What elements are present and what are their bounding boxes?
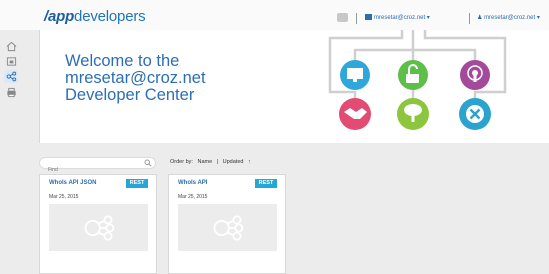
welcome-title: Welcome to the mresetar@croz.net Develop…: [65, 53, 275, 104]
close-icon: [459, 98, 491, 130]
printer-icon[interactable]: [4, 86, 18, 99]
rest-badge: REST: [255, 179, 277, 188]
unlock-icon: [398, 60, 428, 90]
top-bar: /appdevelopers mresetar@croz.net ▾ ♟ mre…: [0, 0, 549, 30]
api-card[interactable]: WhoIs API JSON REST Mar 25, 2015: [39, 174, 157, 274]
monitor-icon: [340, 60, 370, 90]
search-box[interactable]: [39, 157, 156, 175]
api-thumbnail: [49, 204, 148, 251]
organization-icon: [365, 14, 372, 20]
divider: [356, 13, 357, 24]
api-card[interactable]: WhoIs API REST Mar 25, 2015: [168, 174, 286, 274]
api-date: Mar 25, 2015: [49, 194, 79, 200]
welcome-banner: Welcome to the mresetar@croz.net Develop…: [39, 30, 549, 143]
api-network-icon: [84, 214, 114, 241]
order-by-updated[interactable]: Updated: [223, 159, 244, 165]
share-icon[interactable]: [4, 70, 18, 83]
app-logo[interactable]: /appdevelopers: [44, 8, 146, 25]
org-menu[interactable]: mresetar@croz.net ▾: [365, 14, 430, 21]
api-title[interactable]: WhoIs API JSON: [49, 180, 96, 186]
side-nav: [0, 30, 34, 274]
order-by-name[interactable]: Name: [197, 159, 212, 165]
developer-tree-illustration: [328, 30, 507, 130]
order-separator: |: [216, 159, 219, 165]
chevron-down-icon: ▾: [425, 15, 430, 21]
api-network-icon: [213, 214, 243, 241]
user-menu[interactable]: ♟ mresetar@croz.net ▾: [477, 14, 540, 21]
divider: [469, 13, 470, 24]
chat-icon[interactable]: [337, 13, 348, 22]
chevron-down-icon: ▾: [535, 15, 540, 21]
user-icon: ♟: [477, 15, 483, 21]
order-by-label: Order by:: [170, 159, 193, 165]
sort-arrow-icon[interactable]: ↑: [248, 159, 251, 165]
rest-badge: REST: [126, 179, 148, 188]
api-date: Mar 25, 2015: [178, 194, 208, 200]
touch-icon: [460, 60, 490, 90]
welcome-line: Developer Center: [65, 86, 195, 104]
welcome-line: Welcome to the: [65, 52, 180, 70]
api-title[interactable]: WhoIs API: [178, 180, 207, 186]
user-label: mresetar@croz.net: [484, 15, 536, 21]
api-thumbnail: [178, 204, 277, 251]
order-by-control: Order by: Name | Updated ↑: [170, 159, 251, 165]
welcome-org: mresetar@croz.net: [65, 69, 206, 87]
search-icon[interactable]: [144, 159, 152, 167]
cube-icon[interactable]: [4, 55, 18, 68]
handshake-icon: [339, 98, 371, 130]
tree-icon: [397, 98, 429, 130]
home-icon[interactable]: [4, 40, 18, 53]
org-label: mresetar@croz.net: [374, 15, 426, 21]
